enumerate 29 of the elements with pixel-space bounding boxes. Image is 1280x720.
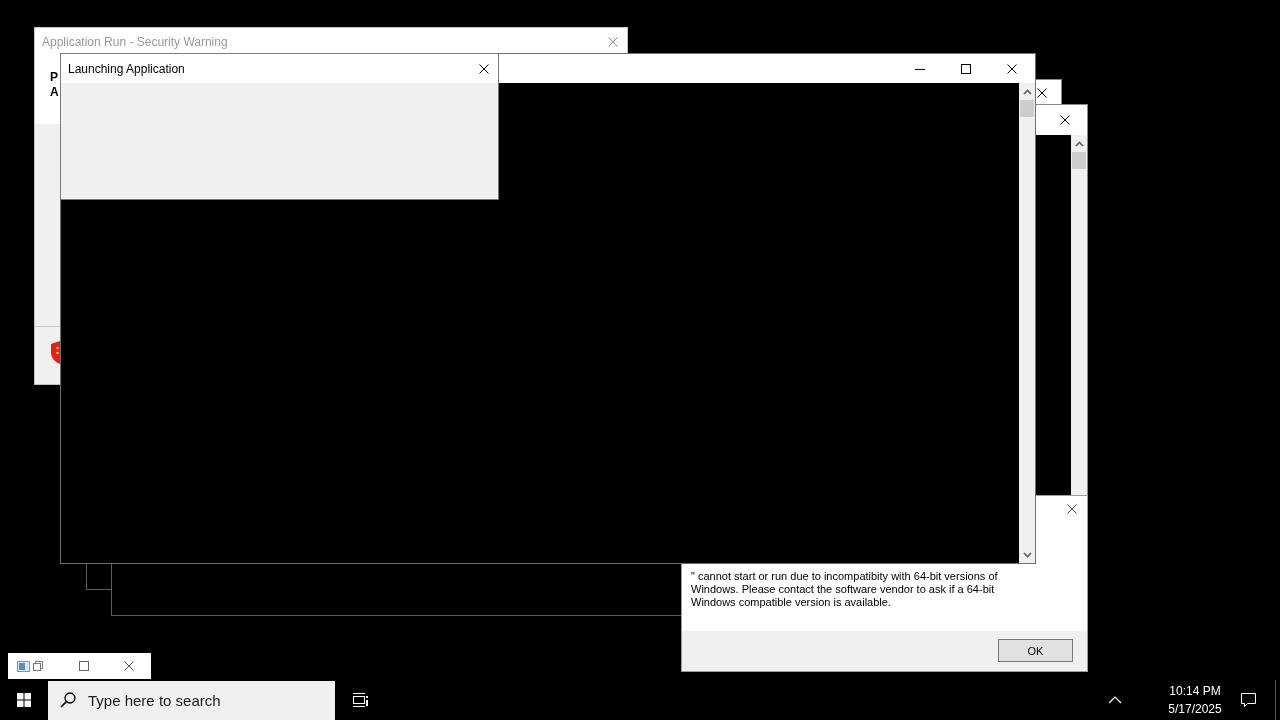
- maximize-icon: [961, 63, 971, 74]
- scrollbar-thumb[interactable]: [1020, 100, 1034, 117]
- ok-button[interactable]: OK: [998, 639, 1073, 662]
- clock-date: 5/17/2025: [1168, 701, 1222, 718]
- close-icon[interactable]: [1037, 87, 1047, 98]
- search-field[interactable]: Type here to search: [48, 681, 335, 720]
- heading-text: P: [50, 70, 58, 85]
- app-icon[interactable]: [17, 660, 30, 672]
- close-icon: [1007, 63, 1017, 74]
- close-icon: [123, 661, 134, 671]
- search-icon: [60, 692, 76, 708]
- window-title: Launching Application: [68, 61, 185, 76]
- close-icon[interactable]: [1060, 115, 1070, 125]
- close-icon: [479, 63, 489, 74]
- close-icon: [1067, 503, 1077, 514]
- restore-icon[interactable]: [33, 661, 43, 671]
- chevron-down-icon[interactable]: [1022, 550, 1032, 559]
- maximize-icon: [78, 661, 89, 671]
- close-icon: [608, 36, 618, 47]
- notification-icon[interactable]: [1240, 691, 1257, 709]
- task-view-icon[interactable]: [352, 692, 368, 708]
- heading-text: A: [50, 85, 59, 100]
- error-message: " cannot start or run due to incompatibity with 64-bit versions of Windows. Please contact the software vendor to ask if a 64-bit Windows compatible version is available.: [691, 570, 999, 609]
- shield-icon: [51, 341, 60, 364]
- windows-logo-icon[interactable]: [17, 693, 31, 707]
- scrollbar-thumb[interactable]: [1072, 152, 1086, 169]
- scrollbar[interactable]: [1019, 83, 1035, 563]
- window-title: Application Run - Security Warning: [42, 34, 228, 49]
- clock-time: 10:14 PM: [1169, 683, 1221, 700]
